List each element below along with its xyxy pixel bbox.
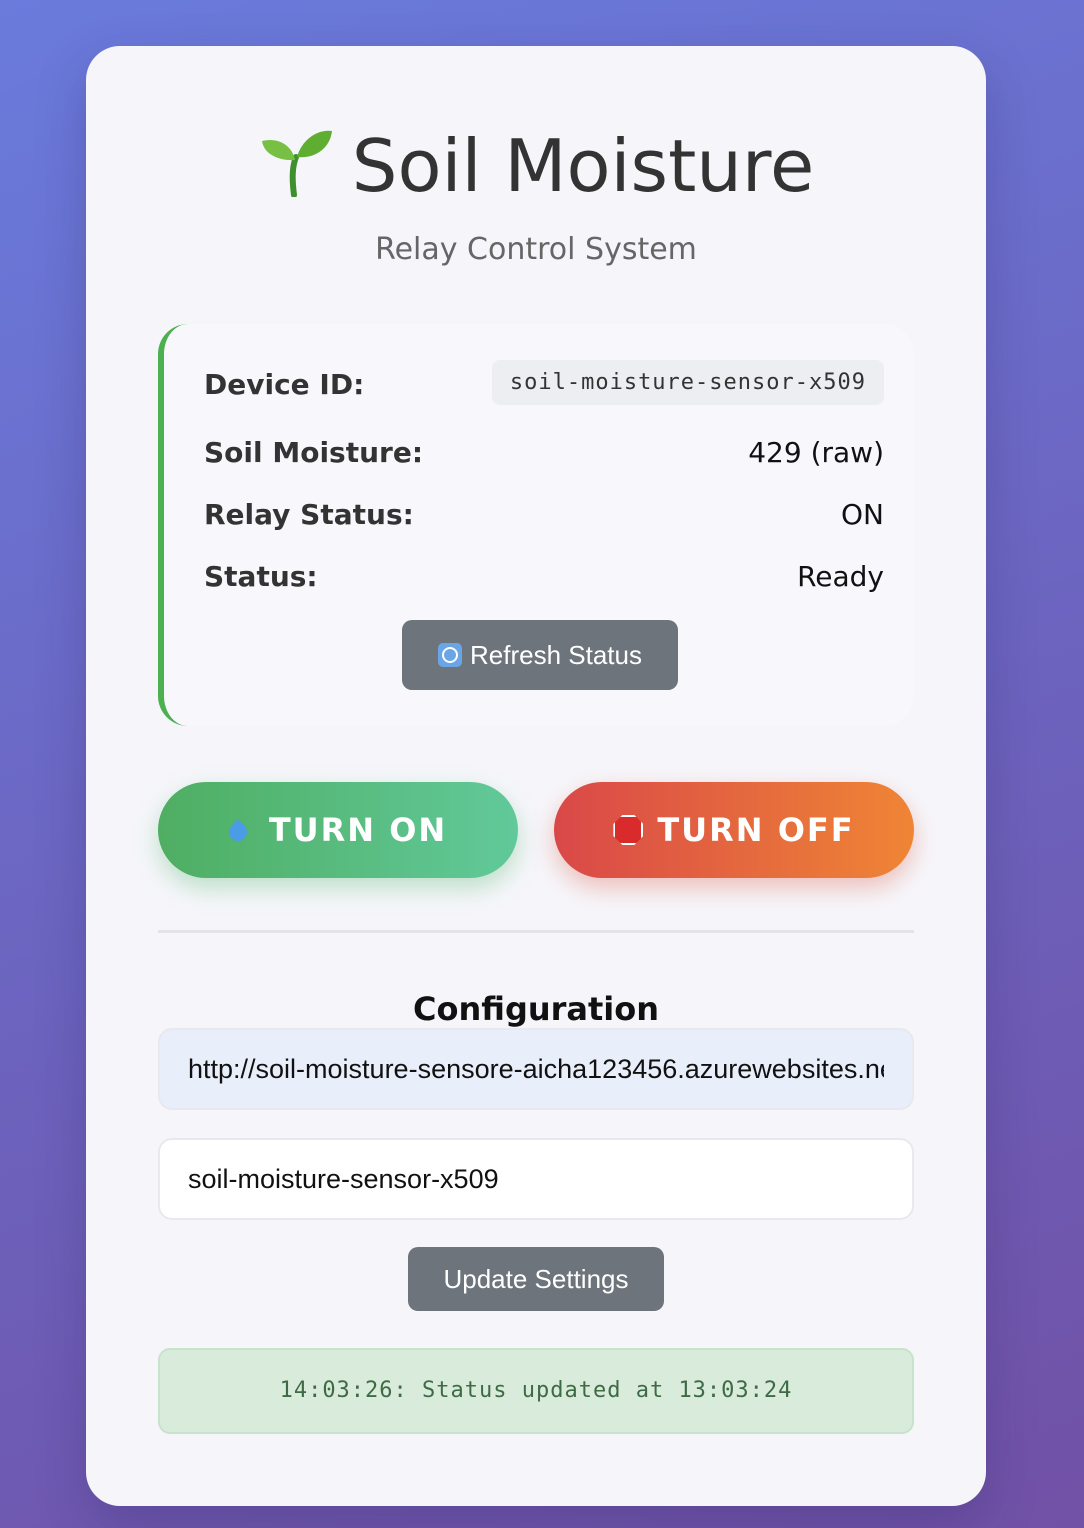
turn-on-button[interactable]: TURN ON xyxy=(158,782,518,878)
soil-moisture-label: Soil Moisture: xyxy=(204,436,424,469)
status-value: Ready xyxy=(797,560,884,593)
configuration-heading: Configuration xyxy=(412,990,660,1028)
soil-moisture-value: 429 (raw) xyxy=(748,436,884,469)
status-log: 14:03:26: Status updated at 13:03:24 xyxy=(158,1348,914,1434)
turn-off-label: TURN OFF xyxy=(657,811,855,849)
seedling-icon xyxy=(261,130,332,197)
relay-status-value: ON xyxy=(841,498,884,531)
refresh-icon xyxy=(438,643,462,667)
relay-status-label: Relay Status: xyxy=(204,498,414,531)
status-panel: Device ID: soil-moisture-sensor-x509 Soi… xyxy=(158,324,914,726)
title-text: Soil Moisture xyxy=(351,124,815,208)
control-card: Soil Moisture Relay Control System Devic… xyxy=(86,46,986,1506)
device-id-label: Device ID: xyxy=(204,368,365,401)
relay-status-row: Relay Status: ON xyxy=(204,490,884,538)
status-row: Status: Ready xyxy=(204,552,884,600)
status-label: Status: xyxy=(204,560,318,593)
device-id-input[interactable] xyxy=(158,1138,914,1220)
page-title: Soil Moisture xyxy=(86,124,986,208)
stop-sign-icon xyxy=(613,815,644,845)
page-subtitle: Relay Control System xyxy=(375,232,697,267)
turn-off-button[interactable]: TURN OFF xyxy=(554,782,914,878)
water-drop-icon xyxy=(225,819,251,845)
refresh-status-label: Refresh Status xyxy=(470,640,642,670)
device-id-row: Device ID: soil-moisture-sensor-x509 xyxy=(204,360,884,408)
device-id-value: soil-moisture-sensor-x509 xyxy=(491,360,884,405)
turn-on-label: TURN ON xyxy=(268,811,448,849)
refresh-status-button[interactable]: Refresh Status xyxy=(402,620,678,690)
update-settings-button[interactable]: Update Settings xyxy=(408,1247,664,1311)
soil-moisture-row: Soil Moisture: 429 (raw) xyxy=(204,428,884,476)
section-divider xyxy=(158,930,914,933)
server-url-input[interactable] xyxy=(158,1028,914,1110)
